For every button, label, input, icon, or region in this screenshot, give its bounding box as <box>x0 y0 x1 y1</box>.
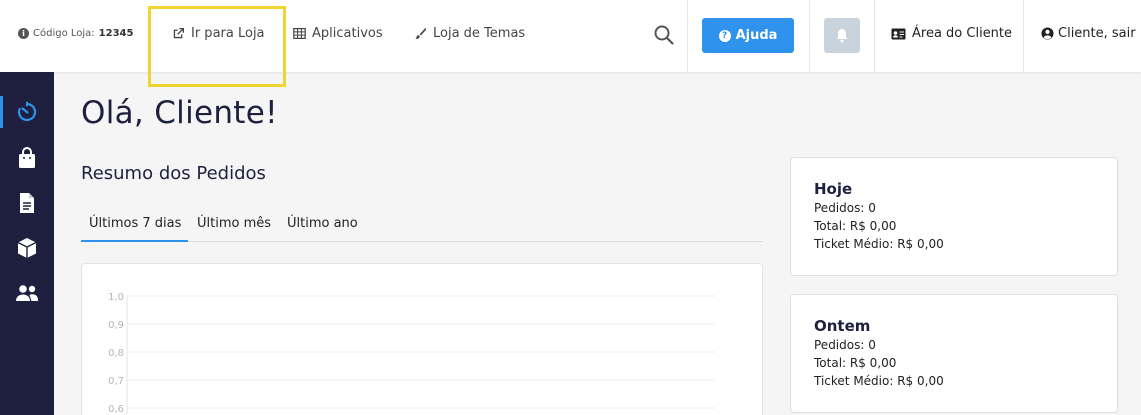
grid-icon <box>293 28 306 39</box>
theme-store-label: Loja de Temas <box>433 26 526 41</box>
search-icon[interactable] <box>653 24 675 46</box>
yesterday-summary-card: Ontem Pedidos: 0 Total: R$ 0,00 Ticket M… <box>790 294 1118 413</box>
chart-y-tick-label: 1,0 <box>108 292 124 303</box>
divider <box>687 0 688 72</box>
chart-y-tick-label: 0,9 <box>108 320 124 331</box>
apps-link[interactable]: Aplicativos <box>293 26 383 41</box>
sidebar <box>0 72 54 415</box>
today-orders: Pedidos: 0 <box>814 201 876 215</box>
sidebar-item-documents[interactable] <box>0 181 54 225</box>
yesterday-title: Ontem <box>814 317 871 335</box>
chart-y-tick-label: 0,8 <box>108 348 124 359</box>
sidebar-item-customers[interactable] <box>0 271 54 315</box>
paintbrush-icon <box>414 27 427 40</box>
logout-label: Cliente, sair <box>1058 26 1136 41</box>
bell-icon <box>836 29 848 43</box>
yesterday-avg-ticket: Ticket Médio: R$ 0,00 <box>814 374 944 388</box>
shopping-bag-icon <box>19 147 35 168</box>
today-title: Hoje <box>814 180 853 198</box>
sidebar-item-orders[interactable] <box>0 136 54 180</box>
document-icon <box>20 193 34 213</box>
page-title: Olá, Cliente! <box>81 95 278 131</box>
store-code-label: Código Loja: <box>33 28 95 39</box>
sidebar-item-dashboard[interactable] <box>0 90 54 134</box>
chart-y-tick-label: 0,6 <box>108 404 124 415</box>
top-bar: i Código Loja: 12345 Ir para Loja Aplica… <box>0 0 1141 87</box>
yesterday-orders: Pedidos: 0 <box>814 338 876 352</box>
tab-last-year[interactable]: Último ano <box>287 205 358 242</box>
client-area-label: Área do Cliente <box>912 26 1013 41</box>
id-card-icon <box>891 28 906 39</box>
today-summary-card: Hoje Pedidos: 0 Total: R$ 0,00 Ticket Mé… <box>790 157 1118 276</box>
tab-last-7-days[interactable]: Últimos 7 dias <box>81 205 188 242</box>
orders-summary-title: Resumo dos Pedidos <box>81 163 266 184</box>
help-button[interactable]: ? Ajuda <box>702 18 794 53</box>
dashboard-icon <box>17 101 37 122</box>
apps-label: Aplicativos <box>312 26 383 41</box>
divider <box>809 0 810 72</box>
store-code-value: 12345 <box>98 28 134 39</box>
notifications-button[interactable] <box>824 18 860 53</box>
client-area-link[interactable]: Área do Cliente <box>891 26 1012 41</box>
orders-chart: 1,0 0,9 0,8 0,7 0,6 <box>108 292 715 415</box>
store-code: i Código Loja: 12345 <box>18 28 133 39</box>
divider <box>874 0 875 72</box>
logout-link[interactable]: Cliente, sair <box>1041 26 1136 41</box>
period-tabs: Últimos 7 dias Último mês Último ano <box>81 205 763 242</box>
chart-y-tick-label: 0,7 <box>108 376 124 387</box>
yesterday-total: Total: R$ 0,00 <box>814 356 897 370</box>
users-icon <box>16 285 38 301</box>
today-avg-ticket: Ticket Médio: R$ 0,00 <box>814 237 944 251</box>
help-label: Ajuda <box>735 28 778 43</box>
info-icon: i <box>18 28 29 39</box>
tab-last-month[interactable]: Último mês <box>197 205 271 242</box>
sidebar-item-products[interactable] <box>0 226 54 270</box>
question-icon: ? <box>718 29 731 42</box>
today-total: Total: R$ 0,00 <box>814 219 897 233</box>
box-icon <box>17 238 37 258</box>
user-circle-icon <box>1041 27 1054 40</box>
theme-store-link[interactable]: Loja de Temas <box>414 26 525 41</box>
orders-chart-card: 1,0 0,9 0,8 0,7 0,6 <box>81 263 763 415</box>
divider <box>1023 0 1024 72</box>
highlight-box <box>148 6 286 87</box>
